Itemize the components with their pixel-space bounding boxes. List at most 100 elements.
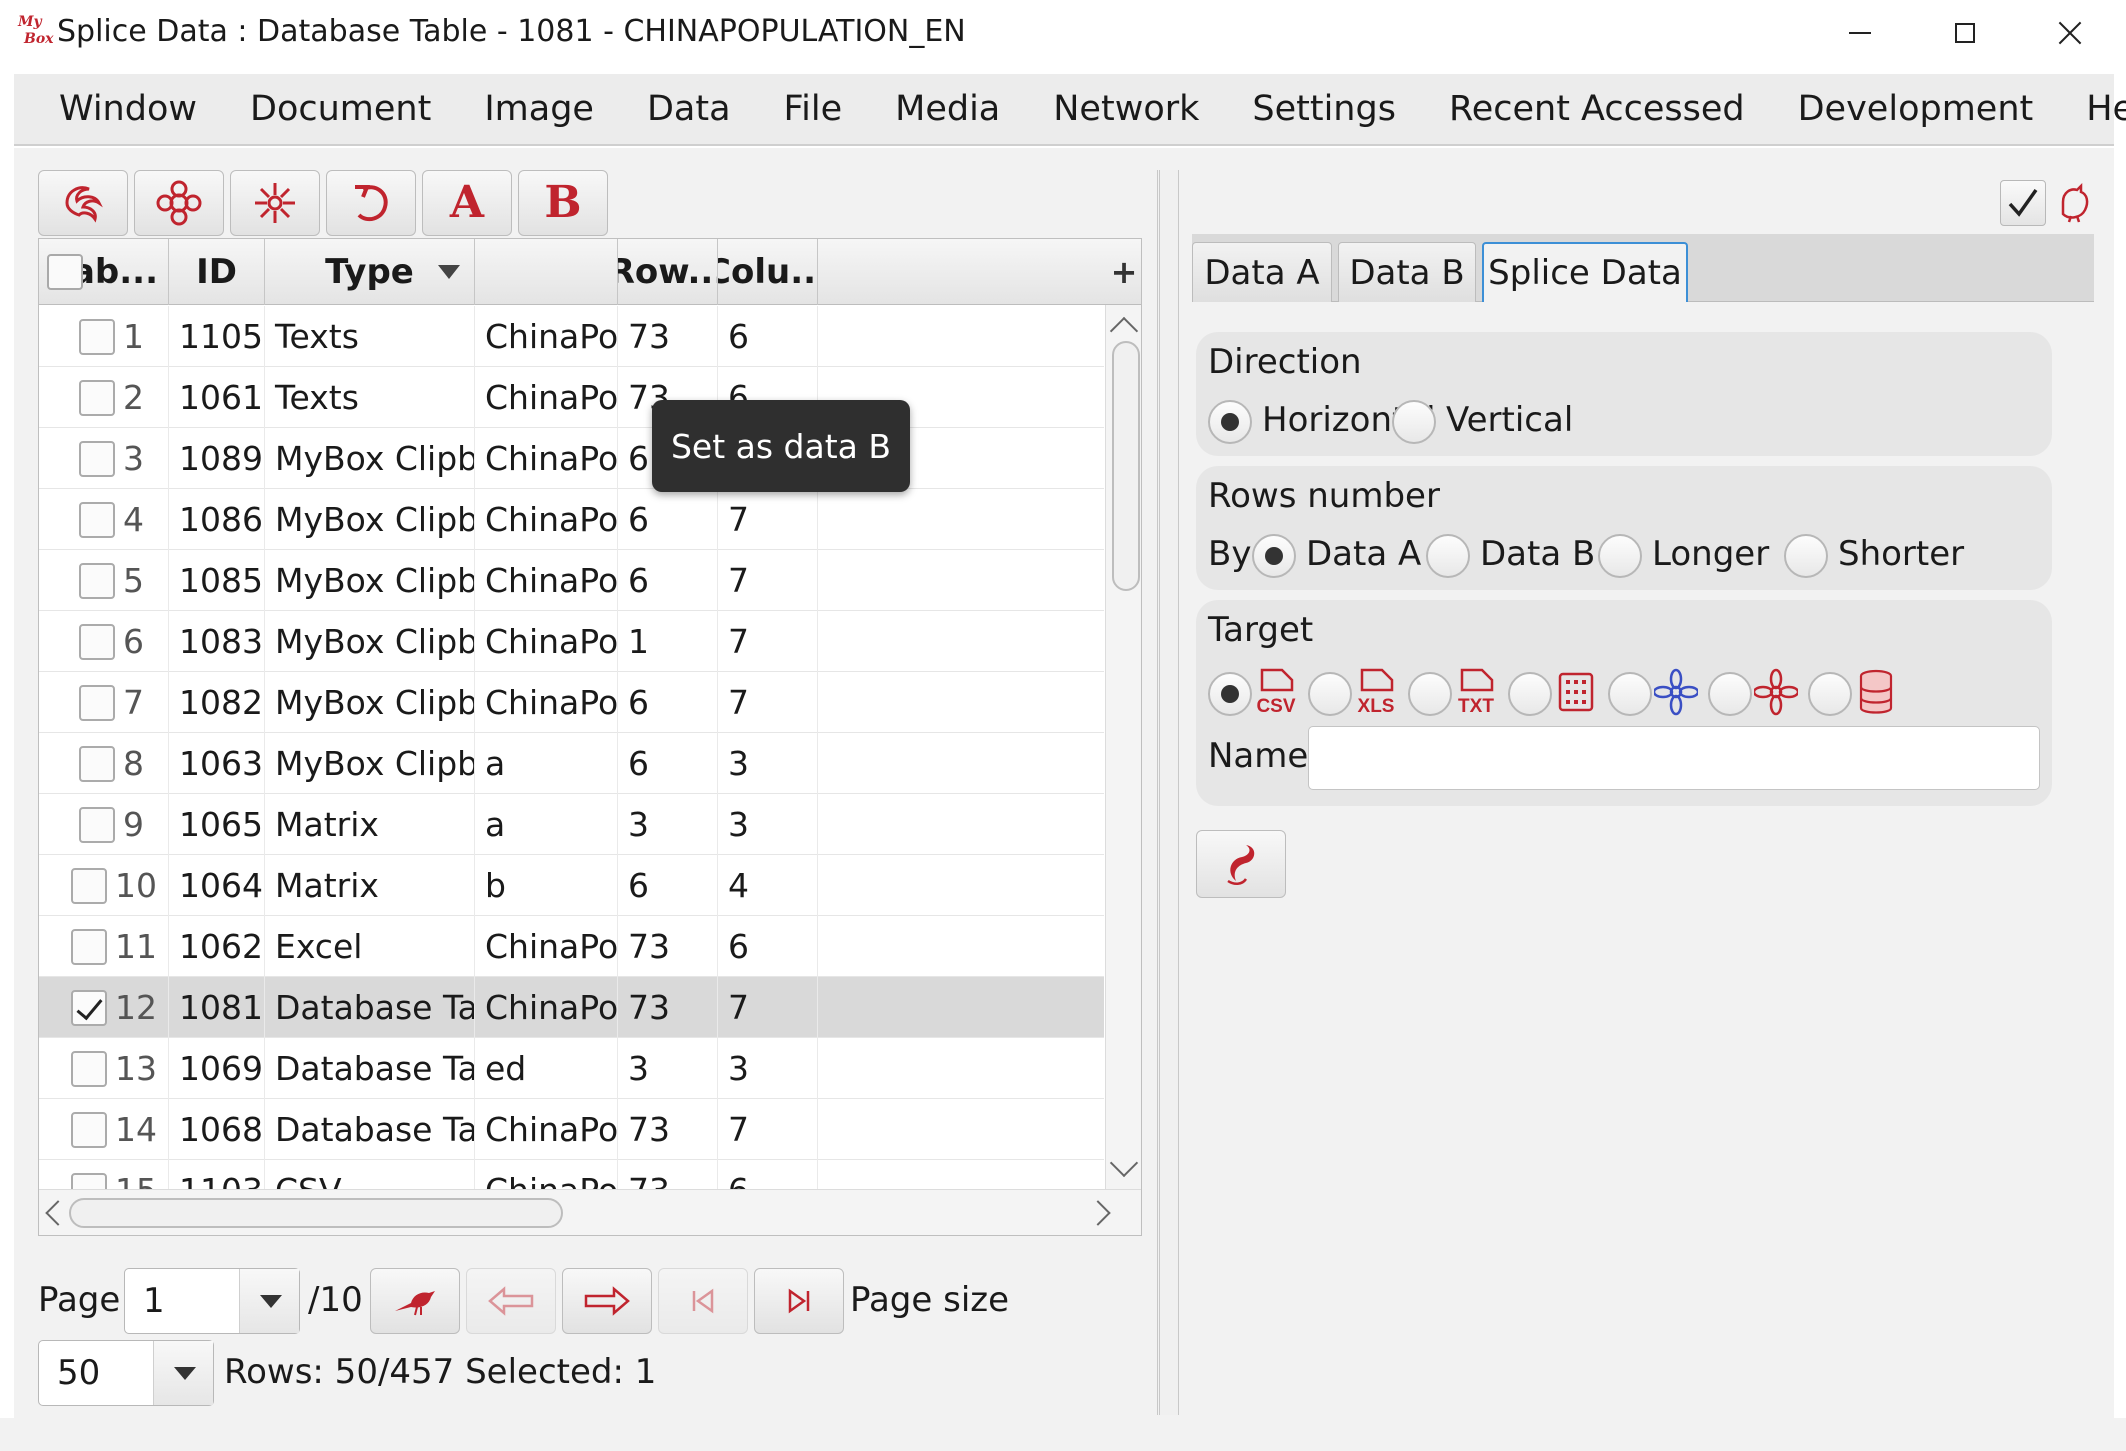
menu-help[interactable]: Help — [2086, 89, 2126, 129]
vertical-scrollbar[interactable] — [1105, 305, 1141, 1189]
tab-splice-data[interactable]: Splice Data — [1482, 242, 1688, 302]
column-header-name[interactable] — [475, 239, 618, 305]
rows-data-b-label[interactable]: Data B — [1480, 534, 1595, 574]
set-data-b-button[interactable]: B — [518, 170, 608, 236]
refresh-button[interactable] — [326, 170, 416, 236]
splice-options-pane: Data A Data B Splice Data Direction Hori… — [1180, 170, 2114, 1415]
horizontal-scrollbar[interactable] — [39, 1189, 1141, 1235]
next-page-button[interactable] — [562, 1268, 652, 1334]
ok-button[interactable] — [2000, 180, 2046, 226]
rows-longer-radio[interactable] — [1598, 534, 1642, 578]
row-checkbox[interactable] — [71, 1111, 107, 1148]
add-column-button[interactable]: + — [1105, 239, 1141, 305]
page-selector[interactable]: 1 — [124, 1268, 300, 1334]
first-page-button[interactable] — [658, 1268, 748, 1334]
table-row[interactable]: 31089MyBox Clipbo...ChinaPo...67 — [39, 428, 1104, 489]
split-divider[interactable] — [1159, 170, 1179, 1415]
direction-vertical-label[interactable]: Vertical — [1446, 400, 1573, 440]
menu-file[interactable]: File — [784, 89, 843, 129]
chevron-down-icon[interactable] — [239, 1269, 299, 1333]
table-row[interactable]: 12 1081 Database Table ChinaPo... 73 7 — [39, 977, 1104, 1038]
table-row[interactable]: 4 1086 MyBox Clipbo... ChinaPo... 6 7 — [39, 489, 1104, 550]
menu-window[interactable]: Window — [59, 89, 197, 129]
page-size-selector[interactable]: 50 — [38, 1340, 214, 1406]
row-checkbox[interactable] — [79, 501, 115, 538]
row-checkbox[interactable] — [79, 440, 115, 477]
rows-shorter-radio[interactable] — [1784, 534, 1828, 578]
target-xls-radio[interactable] — [1308, 672, 1352, 716]
direction-vertical-radio[interactable] — [1392, 400, 1436, 444]
scroll-left-icon[interactable] — [45, 1200, 71, 1226]
rows-shorter-label[interactable]: Shorter — [1838, 534, 1964, 574]
table-row[interactable]: 11 1062 Excel ChinaPo... 73 6 — [39, 916, 1104, 977]
row-checkbox[interactable] — [79, 623, 115, 660]
table-row[interactable]: 1 1105 Texts ChinaPo... 73 6 — [39, 306, 1104, 367]
table-row[interactable]: 10 1064 Matrix b 6 4 — [39, 855, 1104, 916]
row-number: 11 — [115, 927, 157, 966]
menu-document[interactable]: Document — [250, 89, 431, 129]
row-checkbox[interactable] — [71, 928, 107, 965]
row-checkbox[interactable] — [79, 806, 115, 843]
menu-image[interactable]: Image — [484, 89, 594, 129]
menu-settings[interactable]: Settings — [1252, 89, 1396, 129]
column-header-table[interactable]: Tab... — [39, 239, 169, 305]
rows-data-b-radio[interactable] — [1426, 534, 1470, 578]
row-checkbox[interactable] — [71, 1050, 107, 1087]
menu-recent-accessed[interactable]: Recent Accessed — [1449, 89, 1745, 129]
go-page-button[interactable] — [370, 1268, 460, 1334]
maximize-button[interactable] — [1915, 0, 2015, 66]
set-data-a-button[interactable]: A — [422, 170, 512, 236]
previous-page-button[interactable] — [466, 1268, 556, 1334]
scroll-thumb[interactable] — [1112, 341, 1140, 591]
target-database-radio[interactable] — [1808, 672, 1852, 716]
column-header-rows[interactable]: Row... — [618, 239, 718, 305]
table-row[interactable]: 21061TextsChinaPo...736 — [39, 367, 1104, 428]
row-checkbox[interactable] — [79, 745, 115, 782]
column-header-columns[interactable]: Colu... — [718, 239, 818, 305]
tab-data-b[interactable]: Data B — [1338, 242, 1476, 302]
scroll-down-icon[interactable] — [1109, 1148, 1139, 1178]
row-checkbox[interactable] — [79, 379, 115, 416]
table-row[interactable]: 13 1069 Database Table ed 3 3 — [39, 1038, 1104, 1099]
start-button[interactable] — [1196, 830, 1286, 898]
row-checkbox[interactable] — [79, 562, 115, 599]
row-checkbox[interactable] — [79, 684, 115, 721]
table-row[interactable]: 9 1065 Matrix a 3 3 — [39, 794, 1104, 855]
table-row[interactable]: 5 1085 MyBox Clipbo... ChinaPo... 6 7 — [39, 550, 1104, 611]
row-checkbox[interactable] — [71, 867, 107, 904]
select-all-checkbox[interactable] — [47, 254, 83, 290]
menu-network[interactable]: Network — [1053, 89, 1199, 129]
pop-button[interactable] — [2054, 180, 2094, 226]
close-button[interactable] — [2020, 0, 2120, 66]
scroll-thumb[interactable] — [69, 1198, 563, 1228]
target-txt-radio[interactable] — [1408, 672, 1452, 716]
row-checkbox[interactable] — [71, 989, 107, 1026]
table-row[interactable]: 14 1068 Database Table ChinaPo... 73 7 — [39, 1099, 1104, 1160]
menu-development[interactable]: Development — [1798, 89, 2034, 129]
target-flower-red-radio[interactable] — [1708, 672, 1752, 716]
chevron-down-icon[interactable] — [153, 1341, 213, 1405]
rows-data-a-label[interactable]: Data A — [1306, 534, 1421, 574]
menu-data[interactable]: Data — [647, 89, 731, 129]
target-matrix-radio[interactable] — [1508, 672, 1552, 716]
table-row[interactable]: 8 1063 MyBox Clipbo... a 6 3 — [39, 733, 1104, 794]
table-row[interactable]: 6 1083 MyBox Clipbo... ChinaPo... 1 7 — [39, 611, 1104, 672]
rows-longer-label[interactable]: Longer — [1652, 534, 1769, 574]
view-button[interactable] — [230, 170, 320, 236]
row-checkbox[interactable] — [79, 318, 115, 355]
menu-media[interactable]: Media — [895, 89, 1000, 129]
data-definition-button[interactable] — [38, 170, 128, 236]
target-name-input[interactable] — [1308, 726, 2040, 790]
scroll-right-icon[interactable] — [1085, 1200, 1111, 1226]
table-row[interactable]: 7 1082 MyBox Clipbo... ChinaPo... 6 7 — [39, 672, 1104, 733]
column-header-id[interactable]: ID — [169, 239, 265, 305]
target-flower-blue-radio[interactable] — [1608, 672, 1652, 716]
column-header-type[interactable]: Type — [265, 239, 475, 305]
manage-button[interactable] — [134, 170, 224, 236]
target-csv-radio[interactable] — [1208, 672, 1252, 716]
last-page-button[interactable] — [754, 1268, 844, 1334]
minimize-button[interactable] — [1810, 0, 1910, 66]
tab-data-a[interactable]: Data A — [1192, 242, 1332, 302]
rows-data-a-radio[interactable] — [1252, 534, 1296, 578]
direction-horizontal-radio[interactable] — [1208, 400, 1252, 444]
